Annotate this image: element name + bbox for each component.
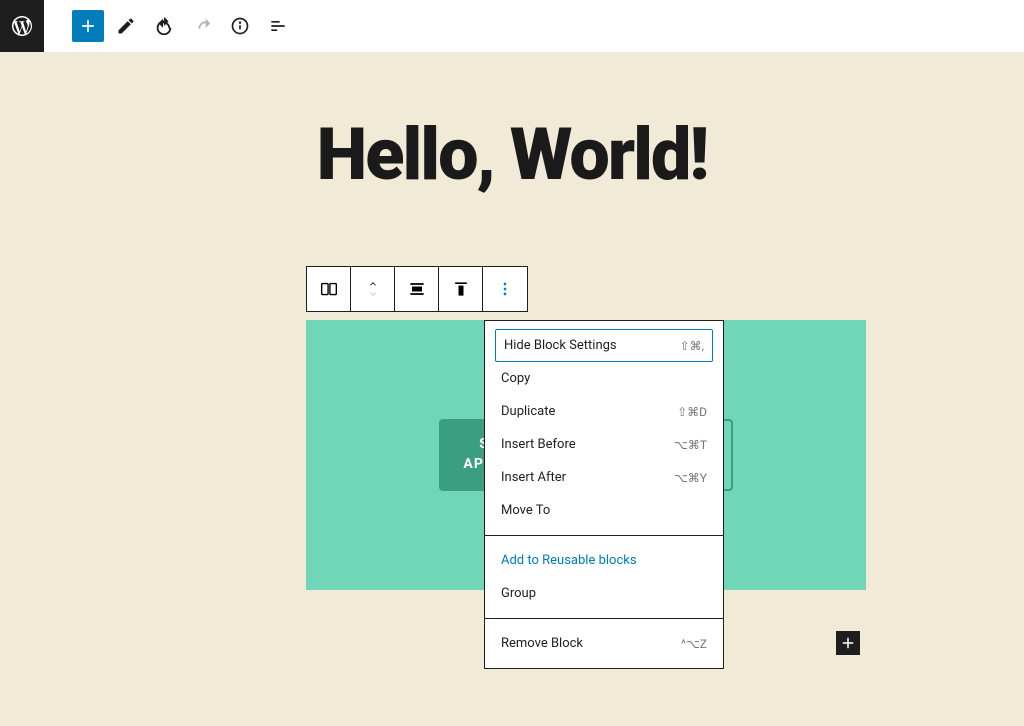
menu-label: Duplicate <box>501 404 555 419</box>
menu-copy[interactable]: Copy <box>485 362 723 395</box>
outline-button[interactable] <box>262 10 294 42</box>
editor-canvas: Hello, World! <box>0 52 1024 197</box>
menu-remove-block[interactable]: Remove Block ^⌥Z <box>485 627 723 660</box>
chevron-up-icon <box>365 279 381 289</box>
pencil-icon <box>116 16 136 36</box>
undo-icon <box>153 15 175 37</box>
menu-shortcut: ⌥⌘Y <box>674 471 707 485</box>
redo-button[interactable] <box>186 10 218 42</box>
add-block-toolbar-button[interactable] <box>72 10 104 42</box>
menu-shortcut: ⇧⌘D <box>677 405 707 419</box>
menu-duplicate[interactable]: Duplicate ⇧⌘D <box>485 395 723 428</box>
block-more-button[interactable] <box>483 267 527 311</box>
menu-move-to[interactable]: Move To <box>485 494 723 527</box>
edit-mode-button[interactable] <box>110 10 142 42</box>
menu-label: Move To <box>501 503 550 518</box>
columns-icon <box>318 278 340 300</box>
wordpress-icon <box>10 14 34 38</box>
block-options-menu: Hide Block Settings ⇧⌘, Copy Duplicate ⇧… <box>484 320 724 669</box>
chevron-down-icon <box>365 289 381 299</box>
info-button[interactable] <box>224 10 256 42</box>
vertical-align-top-icon <box>451 279 471 299</box>
block-mover[interactable] <box>351 267 395 311</box>
menu-insert-after[interactable]: Insert After ⌥⌘Y <box>485 461 723 494</box>
add-block-inline-button[interactable] <box>836 631 860 655</box>
block-toolbar <box>306 266 528 312</box>
redo-icon <box>191 15 213 37</box>
vertical-align-button[interactable] <box>439 267 483 311</box>
plus-icon <box>78 16 98 36</box>
info-icon <box>230 16 250 36</box>
menu-add-reusable[interactable]: Add to Reusable blocks <box>485 544 723 577</box>
menu-label: Remove Block <box>501 636 583 651</box>
undo-button[interactable] <box>148 10 180 42</box>
menu-label: Hide Block Settings <box>504 338 617 353</box>
menu-label: Add to Reusable blocks <box>501 553 637 568</box>
block-type-button[interactable] <box>307 267 351 311</box>
plus-icon <box>839 634 857 652</box>
page-title[interactable]: Hello, World! <box>0 112 1024 197</box>
more-vertical-icon <box>495 279 515 299</box>
menu-group[interactable]: Group <box>485 577 723 610</box>
menu-shortcut: ⌥⌘T <box>674 438 707 452</box>
menu-label: Insert Before <box>501 437 576 452</box>
editor-top-toolbar <box>0 0 1024 52</box>
menu-insert-before[interactable]: Insert Before ⌥⌘T <box>485 428 723 461</box>
wordpress-logo-button[interactable] <box>0 0 44 52</box>
list-icon <box>268 16 288 36</box>
menu-hide-block-settings[interactable]: Hide Block Settings ⇧⌘, <box>495 329 713 362</box>
menu-shortcut: ⇧⌘, <box>680 339 704 353</box>
align-icon <box>407 279 427 299</box>
menu-shortcut: ^⌥Z <box>681 637 707 651</box>
align-button[interactable] <box>395 267 439 311</box>
menu-label: Copy <box>501 371 530 386</box>
menu-label: Insert After <box>501 470 566 485</box>
menu-label: Group <box>501 586 536 601</box>
